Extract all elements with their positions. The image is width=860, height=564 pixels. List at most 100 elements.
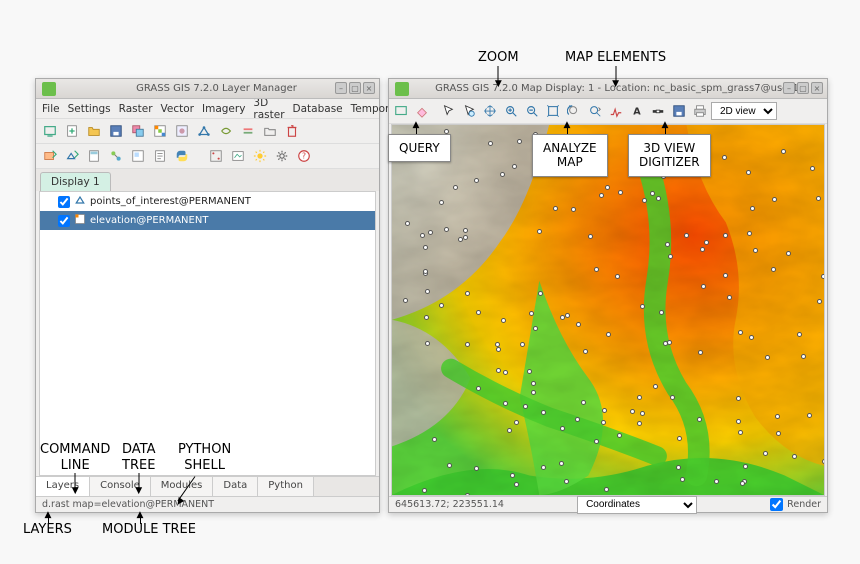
- maximize-button[interactable]: ▢: [349, 82, 361, 94]
- app-icon: [395, 82, 409, 96]
- display-tab-1[interactable]: Display 1: [40, 172, 111, 191]
- pan-icon[interactable]: [480, 101, 500, 121]
- erase-icon[interactable]: [412, 101, 432, 121]
- point-marker: [423, 245, 428, 250]
- import-raster-icon[interactable]: [40, 146, 60, 166]
- add-text-icon[interactable]: A: [627, 101, 647, 121]
- maximize-button[interactable]: ▢: [797, 82, 809, 94]
- layer-label: points_of_interest@PERMANENT: [90, 196, 251, 207]
- view-mode-select[interactable]: 2D view: [711, 102, 777, 120]
- modeler-icon[interactable]: [106, 146, 126, 166]
- add-vector-icon[interactable]: [194, 121, 214, 141]
- point-marker: [640, 411, 645, 416]
- point-marker: [439, 200, 444, 205]
- point-marker: [771, 267, 776, 272]
- raster-calc-icon[interactable]: [84, 146, 104, 166]
- annotation-layers: LAYERS: [23, 522, 72, 538]
- point-marker: [821, 274, 825, 279]
- zoom-last-icon[interactable]: [564, 101, 584, 121]
- point-marker: [637, 421, 642, 426]
- point-marker: [650, 191, 655, 196]
- point-marker: [533, 326, 538, 331]
- point-marker: [474, 466, 479, 471]
- point-marker: [560, 426, 565, 431]
- point-marker: [496, 347, 501, 352]
- display-tab-strip: Display 1: [36, 169, 379, 191]
- point-marker: [512, 164, 517, 169]
- layer-row-elevation[interactable]: elevation@PERMANENT: [40, 211, 375, 230]
- add-multiple-icon[interactable]: [128, 121, 148, 141]
- tab-console[interactable]: Console: [90, 477, 151, 496]
- add-raster-misc-icon[interactable]: [172, 121, 192, 141]
- layer-list[interactable]: points_of_interest@PERMANENT elevation@P…: [39, 191, 376, 476]
- add-overlay-icon[interactable]: [238, 121, 258, 141]
- layer-manager-titlebar[interactable]: GRASS GIS 7.2.0 Layer Manager – ▢ ×: [36, 79, 379, 99]
- tab-layers[interactable]: Layers: [36, 477, 90, 496]
- menu-3draster[interactable]: 3D raster: [253, 97, 284, 121]
- svg-text:A: A: [633, 107, 641, 118]
- status-mode-select[interactable]: Coordinates: [577, 496, 697, 514]
- georectify-icon[interactable]: [206, 146, 226, 166]
- workspace-new-icon[interactable]: [62, 121, 82, 141]
- add-scalebar-icon[interactable]: [648, 101, 668, 121]
- point-marker: [420, 233, 425, 238]
- zoom-out-icon[interactable]: [522, 101, 542, 121]
- import-vector-icon[interactable]: [62, 146, 82, 166]
- map-canvas[interactable]: [391, 124, 825, 496]
- tab-data[interactable]: Data: [213, 477, 258, 496]
- point-marker: [601, 420, 606, 425]
- close-button[interactable]: ×: [811, 82, 823, 94]
- minimize-button[interactable]: –: [783, 82, 795, 94]
- settings-icon[interactable]: [272, 146, 292, 166]
- save-image-icon[interactable]: [669, 101, 689, 121]
- svg-text:?: ?: [302, 152, 306, 161]
- layer-row-points[interactable]: points_of_interest@PERMANENT: [40, 192, 375, 211]
- sun-icon[interactable]: [250, 146, 270, 166]
- add-vector-misc-icon[interactable]: [216, 121, 236, 141]
- help-icon[interactable]: ?: [294, 146, 314, 166]
- add-group-icon[interactable]: [260, 121, 280, 141]
- zoom-in-icon[interactable]: [501, 101, 521, 121]
- menu-raster[interactable]: Raster: [119, 103, 153, 115]
- menu-file[interactable]: File: [42, 103, 60, 115]
- render-map-icon[interactable]: [391, 101, 411, 121]
- point-marker: [488, 141, 493, 146]
- menu-database[interactable]: Database: [293, 103, 343, 115]
- composer-icon[interactable]: [128, 146, 148, 166]
- map-display-titlebar[interactable]: GRASS GIS 7.2.0 Map Display: 1 - Locatio…: [389, 79, 827, 99]
- menu-imagery[interactable]: Imagery: [202, 103, 245, 115]
- annotation-module-tree: MODULE TREE: [102, 522, 196, 538]
- new-display-icon[interactable]: [40, 121, 60, 141]
- point-marker: [537, 229, 542, 234]
- minimize-button[interactable]: –: [335, 82, 347, 94]
- query-icon[interactable]: [459, 101, 479, 121]
- render-checkbox[interactable]: [770, 498, 783, 511]
- vector-layer-icon: [74, 194, 86, 209]
- layer-checkbox[interactable]: [58, 196, 70, 208]
- point-marker: [510, 473, 515, 478]
- analyze-icon[interactable]: [606, 101, 626, 121]
- zoom-menu-icon[interactable]: [585, 101, 605, 121]
- menu-settings[interactable]: Settings: [68, 103, 111, 115]
- close-button[interactable]: ×: [363, 82, 375, 94]
- menu-vector[interactable]: Vector: [161, 103, 194, 115]
- point-marker: [575, 417, 580, 422]
- zoom-extent-icon[interactable]: [543, 101, 563, 121]
- tab-python[interactable]: Python: [258, 477, 314, 496]
- script-icon[interactable]: [150, 146, 170, 166]
- layer-checkbox[interactable]: [58, 215, 70, 227]
- cartographic-icon[interactable]: [228, 146, 248, 166]
- point-marker: [801, 354, 806, 359]
- point-marker: [565, 313, 570, 318]
- pointer-icon[interactable]: [438, 101, 458, 121]
- workspace-save-icon[interactable]: [106, 121, 126, 141]
- add-raster-icon[interactable]: [150, 121, 170, 141]
- remove-layer-icon[interactable]: [282, 121, 302, 141]
- python-icon[interactable]: [172, 146, 192, 166]
- point-marker: [453, 185, 458, 190]
- print-icon[interactable]: [690, 101, 710, 121]
- point-marker: [653, 384, 658, 389]
- workspace-open-icon[interactable]: [84, 121, 104, 141]
- point-marker: [698, 350, 703, 355]
- point-marker: [602, 408, 607, 413]
